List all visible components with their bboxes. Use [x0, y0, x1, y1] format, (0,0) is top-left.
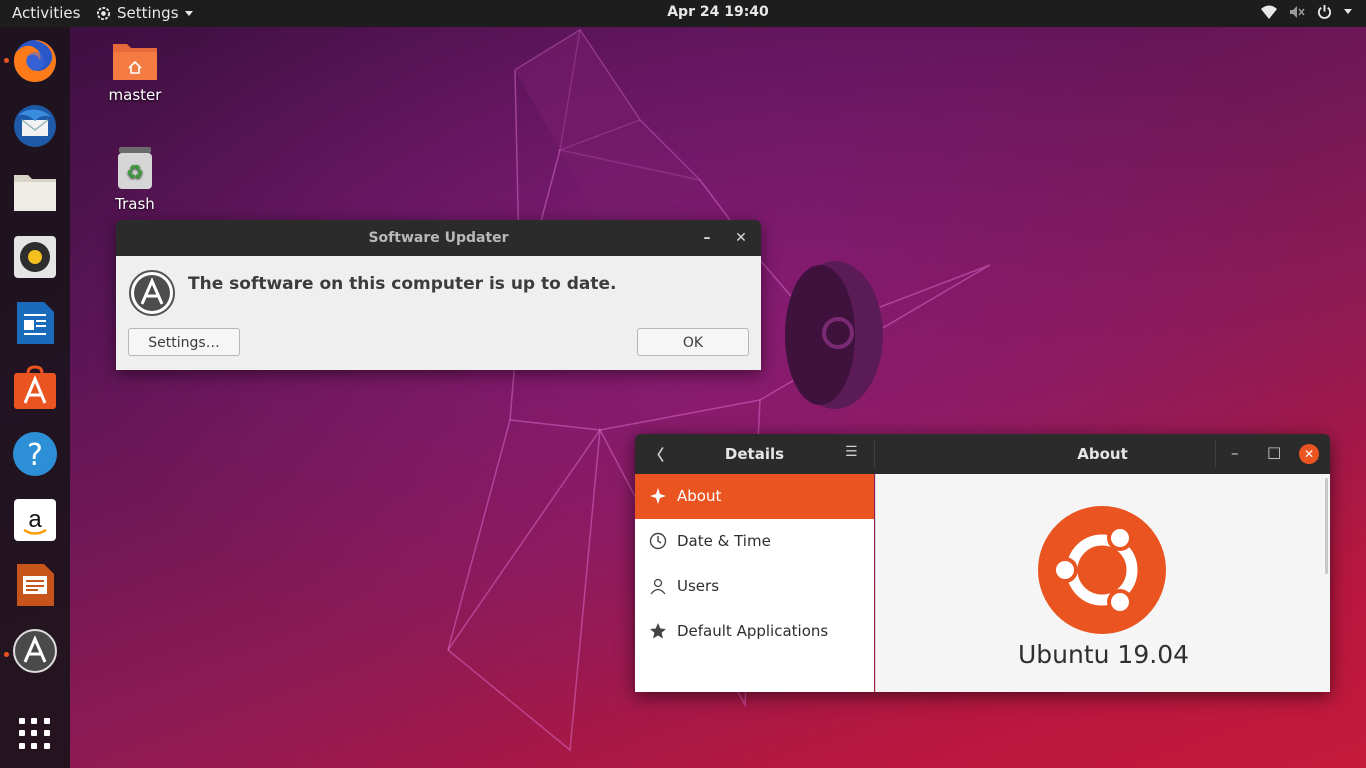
- software-updater-icon: [129, 270, 175, 316]
- user-icon: [650, 578, 666, 595]
- svg-text:a: a: [28, 506, 42, 533]
- software-updater-icon[interactable]: [12, 628, 58, 674]
- desktop-home-label: master: [108, 86, 162, 104]
- header-separator: [1215, 440, 1216, 468]
- settings-sidebar: About Date & Time Users Default Applicat…: [635, 474, 874, 692]
- sidebar-item-date-time[interactable]: Date & Time: [635, 519, 874, 564]
- software-updater-window: Software Updater – ✕ The software on thi…: [116, 220, 761, 370]
- svg-text:♻: ♻: [126, 160, 144, 184]
- ubuntu-software-icon[interactable]: [12, 365, 58, 411]
- minimize-button[interactable]: –: [692, 220, 722, 256]
- svg-text:?: ?: [27, 438, 43, 473]
- star-icon: [650, 623, 666, 639]
- clock-icon: [649, 532, 667, 550]
- sidebar-item-label: About: [677, 487, 722, 505]
- clock[interactable]: Apr 24 19:40: [0, 4, 1366, 20]
- updater-message: The software on this computer is up to d…: [188, 274, 617, 294]
- updater-title: Software Updater: [368, 230, 509, 246]
- updater-titlebar[interactable]: Software Updater – ✕: [116, 220, 761, 256]
- help-icon[interactable]: ?: [12, 431, 58, 477]
- amazon-icon[interactable]: a: [12, 497, 58, 543]
- thunderbird-icon[interactable]: [12, 103, 58, 149]
- panel-title: Details: [724, 445, 785, 463]
- libreoffice-impress-icon[interactable]: [12, 562, 58, 608]
- maximize-button[interactable]: □: [1267, 443, 1281, 461]
- sidebar-item-users[interactable]: Users: [635, 564, 874, 609]
- desktop-home-folder[interactable]: master: [95, 40, 175, 104]
- close-button[interactable]: ✕: [726, 220, 756, 256]
- dock: ? a: [0, 27, 70, 768]
- minimize-button[interactable]: –: [1231, 444, 1239, 462]
- about-panel: Ubuntu 19.04: [875, 474, 1330, 692]
- show-applications-icon[interactable]: [19, 718, 51, 750]
- settings-headerbar[interactable]: 〈 Details ☰ About – □ ✕: [635, 434, 1330, 474]
- hamburger-menu-icon[interactable]: ☰: [845, 444, 858, 460]
- running-indicator: [4, 652, 9, 657]
- desktop-trash-label: Trash: [115, 195, 155, 213]
- chevron-down-icon: [1344, 9, 1352, 14]
- volume-muted-icon: [1290, 5, 1305, 18]
- libreoffice-writer-icon[interactable]: [12, 300, 58, 346]
- page-title: About: [1077, 445, 1128, 463]
- sidebar-item-label: Default Applications: [677, 622, 829, 640]
- system-tray[interactable]: [1261, 4, 1352, 19]
- sidebar-item-about[interactable]: About: [635, 474, 874, 519]
- settings-window: 〈 Details ☰ About – □ ✕ About Date & Tim…: [635, 434, 1330, 692]
- ok-button[interactable]: OK: [637, 328, 749, 356]
- os-version: Ubuntu 19.04: [1017, 640, 1190, 669]
- power-icon: [1317, 4, 1332, 19]
- trash-icon: ♻: [118, 147, 152, 189]
- firefox-icon[interactable]: [12, 38, 58, 84]
- home-folder-icon: [113, 44, 157, 80]
- scrollbar[interactable]: [1325, 478, 1328, 574]
- sparkle-icon: [650, 488, 666, 504]
- updater-body: The software on this computer is up to d…: [116, 256, 761, 370]
- sidebar-item-default-applications[interactable]: Default Applications: [635, 609, 874, 654]
- sidebar-item-label: Date & Time: [677, 532, 771, 550]
- desktop-trash[interactable]: ♻ Trash: [95, 145, 175, 213]
- sidebar-item-label: Users: [677, 577, 720, 595]
- close-button[interactable]: ✕: [1299, 444, 1319, 464]
- running-indicator: [4, 58, 9, 63]
- wifi-icon: [1261, 5, 1277, 19]
- top-bar: Activities Settings Apr 24 19:40: [0, 0, 1366, 27]
- ubuntu-logo-icon: [1038, 506, 1166, 634]
- settings-button[interactable]: Settings…: [128, 328, 240, 356]
- files-icon[interactable]: [12, 169, 58, 215]
- rhythmbox-icon[interactable]: [12, 234, 58, 280]
